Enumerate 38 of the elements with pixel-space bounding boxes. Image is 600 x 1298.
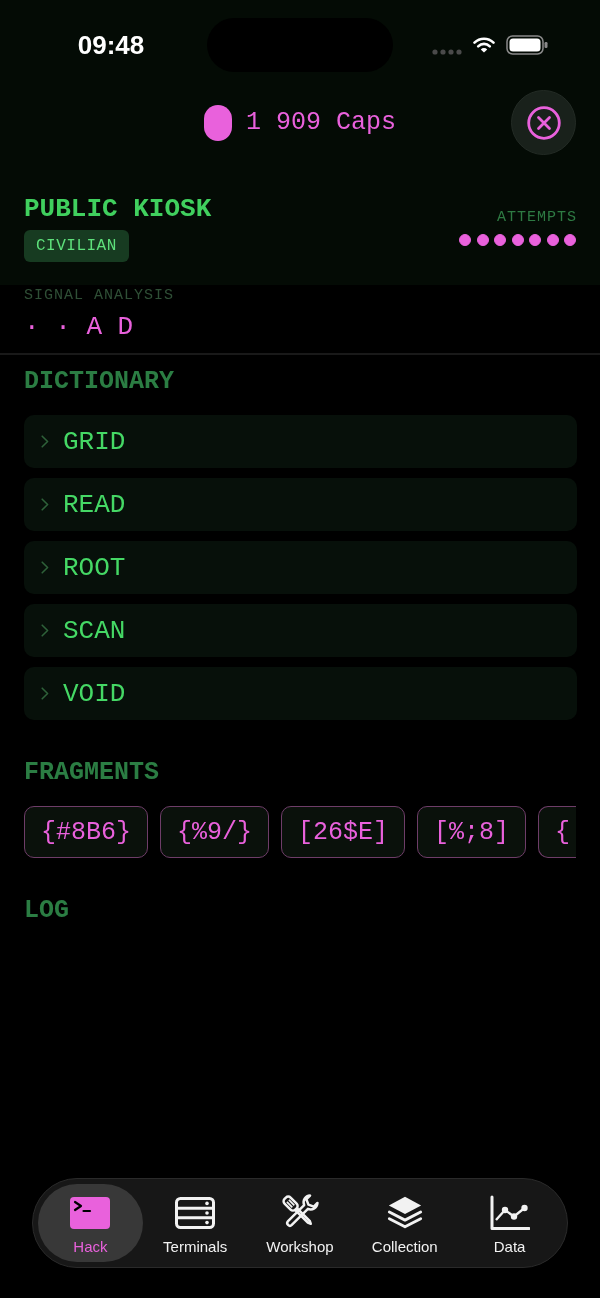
wifi-icon [473, 37, 495, 53]
attempts-label: ATTEMPTS [497, 209, 577, 227]
chevron-icon [41, 624, 49, 637]
tab-button[interactable]: Collection [352, 1184, 458, 1262]
fragment-chip[interactable]: [%;8] [417, 806, 527, 858]
cellular-signal-icon [432, 49, 462, 55]
fragment-chip[interactable]: { [538, 806, 576, 858]
signal-label: SIGNAL ANALYSIS [24, 287, 175, 305]
dictionary-row[interactable]: READ [24, 478, 577, 531]
dictionary-row[interactable]: VOID [24, 667, 577, 720]
chevron-icon [41, 561, 49, 574]
close-icon [526, 105, 561, 140]
line-chart-icon [489, 1194, 530, 1232]
tab-button[interactable]: Workshop [247, 1184, 353, 1262]
battery-icon [506, 35, 548, 55]
section-heading: DICTIONARY [24, 368, 175, 396]
tab-button[interactable]: Data [457, 1184, 562, 1262]
status-time: 09:48 [77, 30, 145, 60]
chevron-icon [41, 498, 49, 511]
signal-value: · · A D [24, 312, 134, 342]
fragment-chip[interactable]: {%9/} [160, 806, 270, 858]
fragment-chip[interactable]: {#8B6} [24, 806, 148, 858]
dictionary-row[interactable]: GRID [24, 415, 577, 468]
chevron-icon [41, 435, 49, 448]
caps-balance: 1 909 Caps [246, 107, 396, 138]
tab-button[interactable]: Hack [38, 1184, 143, 1262]
section-heading: FRAGMENTS [24, 759, 160, 787]
capsule-icon [204, 104, 232, 141]
chevron-icon [41, 687, 49, 700]
terminal-title: PUBLIC KIOSK [24, 194, 212, 224]
fragment-chip[interactable]: [26$E] [281, 806, 406, 858]
section-heading: LOG [24, 897, 69, 925]
terminal-icon [70, 1194, 111, 1232]
security-badge: CIVILIAN [24, 230, 129, 262]
dictionary-row[interactable]: SCAN [24, 604, 577, 657]
server-rack-icon [175, 1194, 216, 1232]
dictionary-row[interactable]: ROOT [24, 541, 577, 594]
tab-button[interactable]: Terminals [142, 1184, 248, 1262]
